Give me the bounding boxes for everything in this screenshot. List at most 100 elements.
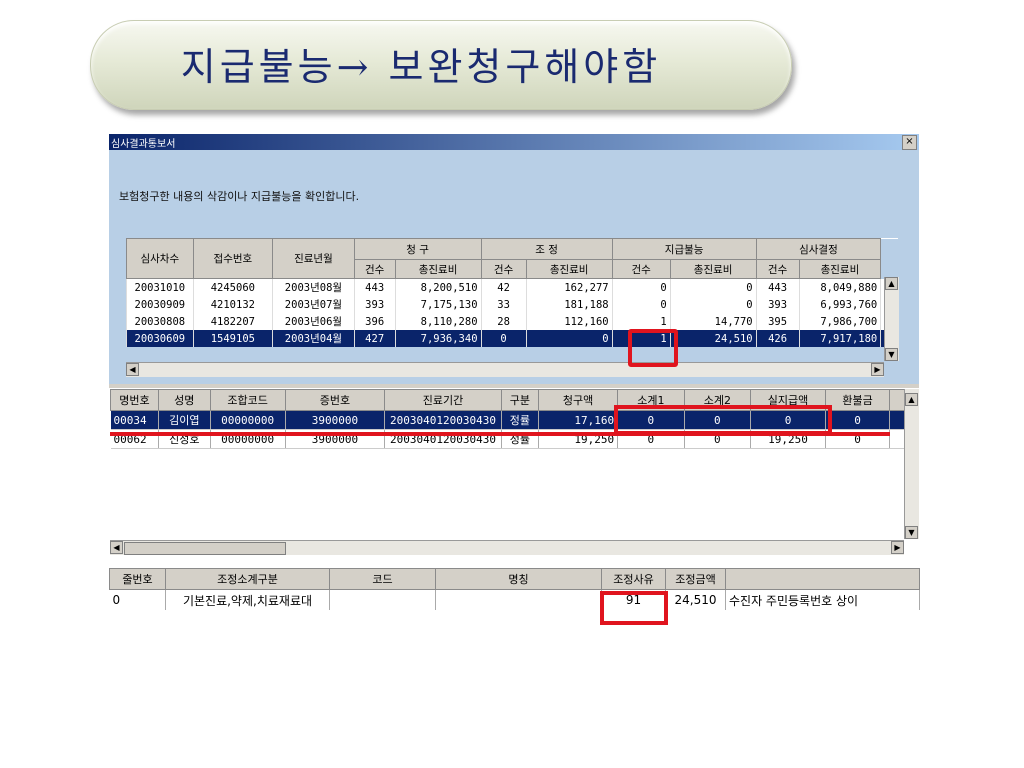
header-cell[interactable]: 조정소계구분 [165, 568, 330, 590]
scroll-right-icon[interactable]: ▶ [891, 541, 904, 554]
header-cell[interactable]: 명칭 [435, 568, 602, 590]
table-cell: 6,993,760 [798, 296, 881, 313]
table-cell: 8,200,510 [394, 278, 482, 296]
table-cell: 0 [525, 330, 613, 347]
scroll-down-icon[interactable]: ▼ [885, 348, 898, 361]
table-row[interactable]: 20031010 4245060 2003년08월 443 8,200,510 42 162… [126, 278, 898, 296]
header-cell[interactable]: 줄번호 [109, 568, 166, 590]
table-cell: 443 [755, 278, 800, 296]
table-cell: 427 [353, 330, 396, 347]
header-cell[interactable]: 건수 [353, 259, 396, 279]
scroll-up-icon[interactable]: ▲ [905, 393, 918, 406]
table-cell: 2003년04월 [272, 330, 355, 347]
header-cell[interactable]: 코드 [329, 568, 436, 590]
header-cell[interactable]: 조정사유 [601, 568, 666, 590]
header-cell[interactable]: 심사차수 [126, 238, 194, 279]
scroll-down-icon[interactable]: ▼ [905, 526, 918, 539]
table-row[interactable]: 20030609 1549105 2003년04월 427 7,936,340 0 0 1 24… [126, 330, 898, 347]
scroll-right-icon[interactable]: ▶ [871, 363, 884, 376]
table-cell: 393 [755, 296, 800, 313]
header-cell[interactable]: 건수 [480, 259, 527, 279]
header-cell[interactable]: 진료기간 [384, 389, 502, 411]
table-cell: 20030909 [126, 296, 194, 313]
table-cell: 3900000 [285, 410, 386, 430]
table-cell: 8,110,280 [394, 313, 482, 330]
table-cell: 4210132 [192, 296, 273, 313]
table-cell: 393 [353, 296, 396, 313]
summary-table: 심사차수 접수번호 진료년월 청 구 조 정 지급불능 심사결정 건수 총진료비… [126, 238, 898, 347]
header-spacer [880, 238, 898, 279]
table-cell [435, 589, 602, 610]
table-row[interactable]: 20030808 4182207 2003년06월 396 8,110,280 28 112… [126, 313, 898, 330]
scroll-left-icon[interactable]: ◀ [110, 541, 123, 554]
table-cell: 33 [480, 296, 527, 313]
header-cell[interactable]: 총진료비 [525, 259, 613, 279]
scroll-up-icon[interactable]: ▲ [885, 277, 898, 290]
header-cell[interactable]: 건수 [755, 259, 800, 279]
summary-hscroll[interactable]: ◀ ▶ [126, 362, 884, 377]
table-cell: 수진자 주민등록번호 상이 [725, 589, 920, 610]
table-cell: 14,770 [669, 313, 757, 330]
detail-hscroll[interactable]: ◀ ▶ [110, 540, 904, 555]
header-cell[interactable]: 구분 [500, 389, 540, 411]
header-cell[interactable]: 청 구 [353, 238, 482, 260]
header-cell[interactable]: 청구액 [538, 389, 619, 411]
row-spacer [889, 429, 905, 449]
header-cell[interactable]: 조 정 [480, 238, 613, 260]
header-cell[interactable]: 건수 [611, 259, 671, 279]
header-cell[interactable]: 지급불능 [611, 238, 757, 260]
table-cell: 0 [480, 330, 527, 347]
header-cell[interactable]: 총진료비 [798, 259, 882, 279]
table-cell: 8,049,880 [798, 278, 881, 296]
table-row[interactable]: 20030909 4210132 2003년07월 393 7,175,130 33 181… [126, 296, 898, 313]
result-window: 심사결과통보서 × 보험청구한 내용의 삭감이나 지급불능을 확인합니다. 심사… [109, 134, 920, 624]
table-cell: 162,277 [525, 278, 613, 296]
table-cell: 1549105 [192, 330, 273, 347]
header-cell[interactable]: 총진료비 [394, 259, 482, 279]
header-cell[interactable]: 환불금 [824, 389, 891, 411]
highlight-box-reason [600, 591, 668, 625]
scroll-left-icon[interactable]: ◀ [126, 363, 139, 376]
table-cell: 김이엽 [158, 410, 211, 430]
table-cell: 24,510 [669, 330, 757, 347]
header-cell[interactable] [725, 568, 920, 590]
close-icon[interactable]: × [902, 135, 917, 150]
upper-panel: 보험청구한 내용의 삭감이나 지급불능을 확인합니다. 심사차수 접수번호 진료… [109, 150, 919, 384]
highlight-underline-row [110, 432, 890, 436]
table-cell: 7,175,130 [394, 296, 482, 313]
table-cell: 24,510 [665, 589, 726, 610]
table-cell: 28 [480, 313, 527, 330]
title-banner: 지급불능→ 보완청구해야함 [90, 20, 792, 110]
window-subtitle: 보험청구한 내용의 삭감이나 지급불능을 확인합니다. [119, 190, 360, 203]
scroll-thumb[interactable] [124, 542, 286, 555]
header-cell[interactable]: 증번호 [284, 389, 386, 411]
adjust-panel: 줄번호 조정소계구분 코드 명칭 조정사유 조정금액 0 기본진료,약제,치료재료… [109, 568, 920, 624]
table-cell: 0 [109, 589, 166, 610]
header-cell[interactable]: 총진료비 [669, 259, 757, 279]
header-cell[interactable]: 진료년월 [272, 238, 355, 279]
adjust-table: 줄번호 조정소계구분 코드 명칭 조정사유 조정금액 0 기본진료,약제,치료재료… [109, 568, 920, 610]
header-cell[interactable]: 조정금액 [665, 568, 726, 590]
header-spacer [889, 389, 905, 411]
detail-vscroll[interactable]: ▲ ▼ [904, 389, 919, 539]
table-cell: 396 [353, 313, 396, 330]
table-cell: 기본진료,약제,치료재료대 [165, 589, 330, 610]
table-cell: 20031010 [126, 278, 194, 296]
header-cell[interactable]: 성명 [157, 389, 211, 411]
table-cell: 7,917,180 [798, 330, 881, 347]
table-cell: 20030609 [126, 330, 194, 347]
table-cell: 4245060 [192, 278, 273, 296]
table-cell: 2003년07월 [272, 296, 355, 313]
summary-vscroll[interactable]: ▲ ▼ [884, 277, 899, 361]
table-cell: 2003040120030430 [384, 410, 502, 430]
table-cell: 4182207 [192, 313, 273, 330]
header-cell[interactable]: 명번호 [110, 389, 159, 411]
header-cell[interactable]: 심사결정 [755, 238, 882, 260]
table-cell: 0 [669, 296, 757, 313]
table-cell: 0 [669, 278, 757, 296]
header-cell[interactable]: 접수번호 [192, 238, 274, 279]
table-cell: 426 [755, 330, 800, 347]
table-row[interactable]: 0 기본진료,약제,치료재료대 91 24,510 수진자 주민등록번호 상이 [109, 589, 920, 610]
table-cell: 1 [611, 313, 671, 330]
header-cell[interactable]: 조합코드 [209, 389, 286, 411]
